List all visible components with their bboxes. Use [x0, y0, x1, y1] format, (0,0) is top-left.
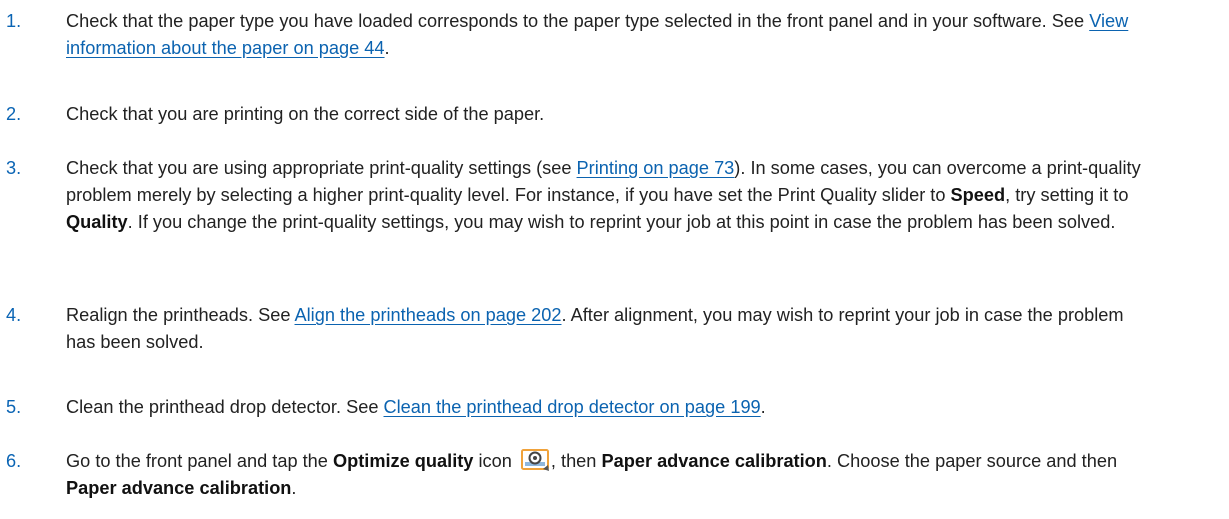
step-text: Go to the front panel and tap the Optimi…: [66, 448, 1150, 502]
step-text: Realign the printheads. See Align the pr…: [66, 302, 1150, 356]
step-text-part: Clean the printhead drop detector. See: [66, 397, 384, 417]
step-number: 5.: [6, 397, 22, 417]
step-text: Check that you are using appropriate pri…: [66, 155, 1150, 236]
step-text-part: .: [384, 38, 390, 58]
quality-setting-label: Quality: [66, 212, 128, 232]
step-1: 1. Check that the paper type you have lo…: [0, 8, 1150, 62]
step-text-part: Go to the front panel and tap the: [66, 451, 333, 471]
step-number: 1.: [6, 11, 22, 31]
paper-advance-calibration-label: Paper advance calibration: [601, 451, 827, 471]
step-text-part: .: [760, 397, 766, 417]
step-text: Check that you are printing on the corre…: [66, 101, 1150, 128]
printing-link[interactable]: Printing on page 73: [577, 158, 735, 178]
step-5: 5. Clean the printhead drop detector. Se…: [0, 394, 1150, 421]
step-2: 2. Check that you are printing on the co…: [0, 101, 1150, 128]
step-number: 2.: [6, 104, 22, 124]
step-text-part: icon: [473, 451, 517, 471]
step-text-part: , try setting it to: [1005, 185, 1129, 205]
step-text-part: . If you change the print-quality settin…: [127, 212, 1116, 232]
clean-drop-detector-link[interactable]: Clean the printhead drop detector on pag…: [384, 397, 761, 417]
step-4: 4. Realign the printheads. See Align the…: [0, 302, 1150, 356]
speed-setting-label: Speed: [950, 185, 1006, 205]
step-text-part: Check that you are printing on the corre…: [66, 104, 545, 124]
step-number: 4.: [6, 305, 22, 325]
step-text: Clean the printhead drop detector. See C…: [66, 394, 1150, 421]
paper-advance-calibration-label-2: Paper advance calibration: [66, 478, 292, 498]
step-text-part: Check that the paper type you have loade…: [66, 11, 1090, 31]
optimize-quality-label: Optimize quality: [332, 451, 474, 471]
step-text-part: Realign the printheads. See: [66, 305, 295, 325]
optimize-quality-icon: [520, 449, 551, 473]
step-6: 6. Go to the front panel and tap the Opt…: [0, 448, 1150, 502]
step-3: 3. Check that you are using appropriate …: [0, 155, 1150, 236]
align-printheads-link[interactable]: Align the printheads on page 202: [295, 305, 562, 325]
step-text-part: , then: [550, 451, 602, 471]
step-number: 3.: [6, 158, 22, 178]
instruction-list: 1. Check that the paper type you have lo…: [0, 0, 1229, 519]
step-text-part: . Choose the paper source and then: [826, 451, 1118, 471]
step-text: Check that the paper type you have loade…: [66, 8, 1150, 62]
step-text-part: Check that you are using appropriate pri…: [66, 158, 577, 178]
step-text-part: .: [291, 478, 297, 498]
step-number: 6.: [6, 451, 22, 471]
